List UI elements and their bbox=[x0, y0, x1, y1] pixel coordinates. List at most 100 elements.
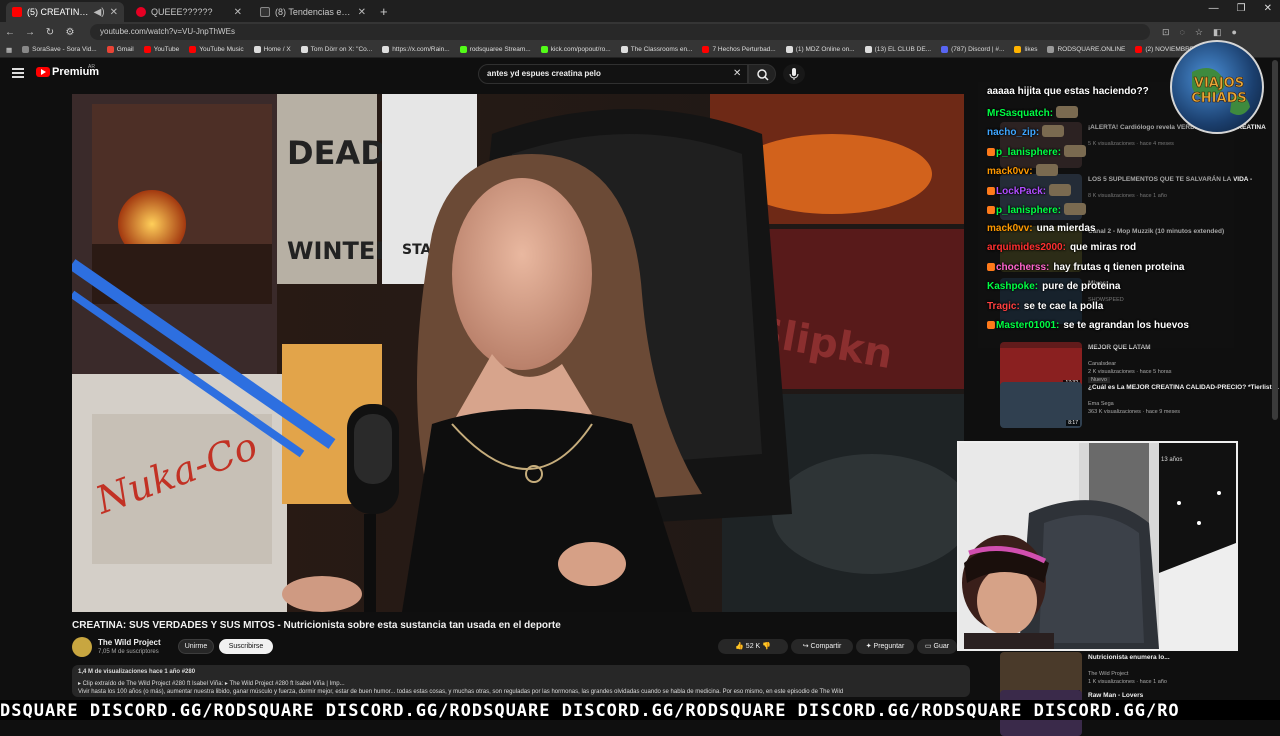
chat-username[interactable]: Master01001: bbox=[996, 320, 1059, 331]
chat-username[interactable]: p_lanisphere: bbox=[996, 147, 1061, 158]
tab-title: QUEEE?????? bbox=[151, 7, 213, 17]
forward-icon[interactable]: → bbox=[20, 27, 40, 38]
reload-icon[interactable]: ↻ bbox=[40, 27, 60, 38]
browser-tab-pinterest[interactable]: QUEEE?????? ✕ bbox=[130, 2, 248, 22]
recommended-channel[interactable]: Canalsdear bbox=[1088, 361, 1116, 367]
search-box[interactable]: antes yd espues creatina pelo ✕ bbox=[478, 64, 748, 84]
bookmark-item[interactable]: Home / X bbox=[253, 46, 291, 53]
chat-message: arquimides2000: que miras rod bbox=[987, 242, 1136, 253]
page-scrollbar[interactable] bbox=[1272, 60, 1278, 420]
video-description[interactable]: 1,4 M de visualizaciones hace 1 año #280… bbox=[72, 665, 970, 697]
star-icon[interactable]: ☆ bbox=[1195, 27, 1203, 38]
chat-message: mack0vv: una mierdas bbox=[987, 223, 1096, 234]
bookmark-item[interactable]: (13) EL CLUB DE... bbox=[864, 46, 931, 53]
bookmark-label: (1) MDZ Online on... bbox=[795, 46, 855, 53]
chat-username[interactable]: p_lanisphere: bbox=[996, 205, 1061, 216]
subscribe-button[interactable]: Suscribirse bbox=[219, 639, 273, 654]
chat-message: Kashpoke: pure de proteina bbox=[987, 281, 1120, 292]
tab-close-icon[interactable]: ✕ bbox=[110, 7, 118, 18]
bookmark-item[interactable]: Gmail bbox=[106, 46, 134, 53]
channel-subscribers: 7,05 M de suscriptores bbox=[98, 649, 159, 655]
channel-name[interactable]: The Wild Project bbox=[98, 638, 161, 647]
share-button[interactable]: ↪ Compartir bbox=[791, 639, 853, 654]
tab-close-icon[interactable]: ✕ bbox=[358, 7, 366, 18]
bookmark-label: The Classrooms en... bbox=[630, 46, 693, 53]
profile-icon[interactable]: ● bbox=[1232, 27, 1237, 38]
join-button[interactable]: Unirme bbox=[178, 639, 214, 654]
site-info-icon[interactable]: ⚙ bbox=[60, 27, 80, 38]
chat-username[interactable]: arquimides2000: bbox=[987, 242, 1066, 253]
recommended-thumbnail[interactable]: 8:17 bbox=[1000, 382, 1082, 428]
recommended-channel[interactable]: The Wild Project bbox=[1088, 671, 1128, 677]
bookmark-label: SoraSave - Sora Vid... bbox=[32, 46, 97, 53]
bookmark-label: (787) Discord | #... bbox=[951, 46, 1005, 53]
browser-tab-youtube[interactable]: (5) CREATINA: SUS VERDADES ◀) ✕ bbox=[6, 2, 124, 22]
bookmark-item[interactable]: (787) Discord | #... bbox=[941, 46, 1004, 53]
chat-username[interactable]: nacho_zip: bbox=[987, 127, 1039, 138]
ask-button[interactable]: ✦ Preguntar bbox=[856, 639, 914, 654]
recommended-title[interactable]: Raw Man - Lovers bbox=[1088, 692, 1143, 699]
channel-avatar[interactable] bbox=[72, 637, 92, 657]
voice-search-button[interactable] bbox=[783, 64, 805, 84]
save-button[interactable]: ▭ Guar bbox=[917, 639, 957, 654]
back-icon[interactable]: ← bbox=[0, 27, 20, 38]
search-input[interactable]: antes yd espues creatina pelo bbox=[487, 69, 601, 78]
bookmark-item[interactable]: https://x.com/Rain... bbox=[382, 46, 450, 53]
chat-username[interactable]: Kashpoke: bbox=[987, 281, 1038, 292]
sparkle-icon: ✦ bbox=[865, 643, 872, 650]
recommended-title[interactable]: Nutricionista enumera lo... bbox=[1088, 654, 1170, 661]
video-player[interactable]: Nuka-Co DEAD WINTER STAR Slipkn bbox=[72, 94, 964, 612]
browser-tab-x[interactable]: (8) Tendencias en el Mundo or ✕ bbox=[254, 2, 372, 22]
bookmark-item[interactable]: rodsquaree Stream... bbox=[459, 46, 531, 53]
tab-mute-icon[interactable]: ◀) bbox=[94, 7, 105, 18]
bookmark-item[interactable]: (1) MDZ Online on... bbox=[785, 46, 855, 53]
bookmark-item[interactable]: likes bbox=[1014, 46, 1037, 53]
new-badge: Nuevo bbox=[1088, 377, 1110, 383]
chat-username[interactable]: Tragic: bbox=[987, 301, 1020, 312]
recommended-channel[interactable]: Ema Sega bbox=[1088, 401, 1114, 407]
bookmark-item[interactable]: Tom Dörr on X: "Co... bbox=[300, 46, 372, 53]
chat-username[interactable]: MrSasquatch: bbox=[987, 108, 1053, 119]
clear-search-icon[interactable]: ✕ bbox=[733, 68, 741, 79]
bookmark-item[interactable]: RODSQUARE.ONLINE bbox=[1047, 46, 1125, 53]
bookmark-item[interactable]: SoraSave - Sora Vid... bbox=[22, 46, 97, 53]
close-window-icon[interactable]: ✕ bbox=[1264, 3, 1272, 14]
bookmark-item[interactable]: kick.com/popout/ro... bbox=[540, 46, 611, 53]
hamburger-menu-icon[interactable] bbox=[12, 68, 24, 78]
chat-emote-icon bbox=[1064, 203, 1087, 215]
dislike-icon[interactable]: 👎 bbox=[762, 643, 771, 650]
webcam-frame bbox=[959, 443, 1236, 649]
chat-message: p_lanisphere: bbox=[987, 144, 1087, 158]
chat-badge-icon bbox=[987, 262, 995, 271]
youtube-logo-icon[interactable] bbox=[36, 67, 50, 77]
new-tab-button[interactable]: + bbox=[380, 2, 388, 22]
tab-close-icon[interactable]: ✕ bbox=[234, 7, 242, 18]
x-favicon-icon bbox=[260, 7, 270, 17]
apps-icon[interactable]: ▦ bbox=[6, 46, 12, 54]
description-line: ▸ Clip extraído de The Wild Project #280… bbox=[78, 681, 345, 687]
bookmark-label: https://x.com/Rain... bbox=[392, 46, 450, 53]
chat-username[interactable]: mack0vv: bbox=[987, 223, 1033, 234]
like-dislike-group: 👍 52 K 👎 bbox=[718, 639, 788, 654]
search-button[interactable] bbox=[748, 64, 776, 84]
install-icon[interactable]: ⊡ bbox=[1162, 27, 1170, 38]
region-code: AR bbox=[88, 64, 95, 70]
like-icon[interactable]: 👍 bbox=[735, 643, 744, 650]
like-count[interactable]: 52 K bbox=[746, 643, 760, 650]
chat-username[interactable]: LockPack: bbox=[996, 186, 1046, 197]
maximize-icon[interactable]: ❐ bbox=[1237, 3, 1246, 14]
recommended-title[interactable]: ¿Cuál es La MEJOR CREATINA CALIDAD-PRECI… bbox=[1088, 384, 1279, 391]
bookmark-item[interactable]: YouTube Music bbox=[189, 46, 244, 53]
bookmark-item[interactable]: YouTube bbox=[143, 46, 179, 53]
eye-off-icon[interactable]: ◌ bbox=[1180, 27, 1185, 38]
url-field[interactable]: youtube.com/watch?v=VU-JnpThWEs bbox=[90, 24, 1150, 40]
chat-username[interactable]: mack0vv: bbox=[987, 166, 1033, 177]
extension-icon[interactable]: ◧ bbox=[1213, 27, 1222, 38]
minimize-icon[interactable]: — bbox=[1209, 3, 1219, 14]
bookmark-item[interactable]: The Classrooms en... bbox=[620, 46, 693, 53]
bookmark-item[interactable]: 7 Hechos Perturbad... bbox=[702, 46, 776, 53]
bookmark-label: YouTube Music bbox=[199, 46, 244, 53]
chat-username[interactable]: chocherss: bbox=[996, 262, 1049, 273]
bookmark-favicon-icon bbox=[143, 46, 151, 53]
bookmark-favicon-icon bbox=[189, 46, 197, 53]
